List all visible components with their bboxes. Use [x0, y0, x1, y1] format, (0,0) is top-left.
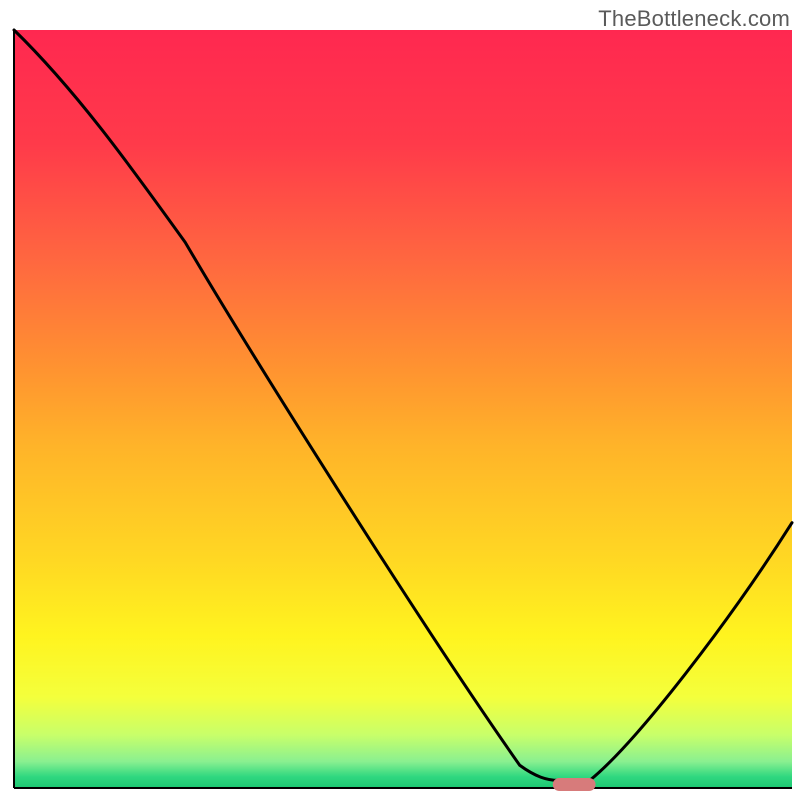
bottleneck-chart: TheBottleneck.com: [0, 0, 800, 800]
watermark-text: TheBottleneck.com: [598, 6, 790, 32]
optimal-marker: [553, 778, 596, 791]
plot-background: [14, 30, 792, 788]
chart-svg: [0, 0, 800, 800]
